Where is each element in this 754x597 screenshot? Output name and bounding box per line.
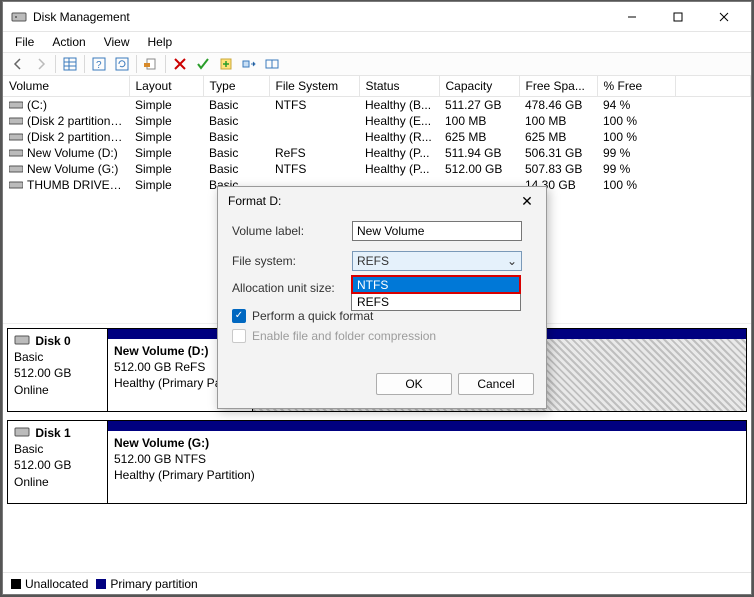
- filesystem-label: File system:: [232, 254, 352, 268]
- table-row[interactable]: (C:)SimpleBasicNTFSHealthy (B...511.27 G…: [3, 97, 751, 114]
- disk-row-1[interactable]: Disk 1 Basic 512.00 GB Online New Volume…: [7, 420, 747, 504]
- titlebar: Disk Management: [3, 2, 751, 32]
- quick-format-label: Perform a quick format: [252, 309, 373, 323]
- legend-primary: Primary partition: [96, 577, 197, 591]
- drive-icon: [9, 99, 23, 109]
- dialog-close-button[interactable]: ✕: [514, 193, 540, 210]
- table-row[interactable]: New Volume (D:)SimpleBasicReFSHealthy (P…: [3, 145, 751, 161]
- drive-icon: [9, 147, 23, 157]
- compression-label: Enable file and folder compression: [252, 329, 436, 343]
- table-row[interactable]: (Disk 2 partition 1)SimpleBasicHealthy (…: [3, 113, 751, 129]
- chevron-down-icon: ⌄: [507, 254, 517, 268]
- legend-primary-label: Primary partition: [110, 577, 197, 591]
- col-capacity[interactable]: Capacity: [439, 76, 519, 97]
- disk-name: Disk 0: [35, 334, 70, 348]
- drive-icon: [9, 131, 23, 141]
- legend-unallocated-label: Unallocated: [25, 577, 88, 591]
- ok-button[interactable]: OK: [376, 373, 452, 395]
- drive-icon: [14, 425, 30, 439]
- filesystem-select[interactable]: REFS ⌄: [352, 251, 522, 271]
- partition-title: New Volume (G:): [114, 435, 740, 451]
- quick-format-checkbox[interactable]: ✓ Perform a quick format: [232, 309, 532, 323]
- dialog-titlebar: Format D: ✕: [218, 187, 546, 215]
- menu-file[interactable]: File: [7, 34, 42, 50]
- back-button[interactable]: [7, 54, 29, 74]
- toolbar: ?: [3, 52, 751, 76]
- forward-button[interactable]: [30, 54, 52, 74]
- disk-size: 512.00 GB: [14, 458, 71, 472]
- col-filesystem[interactable]: File System: [269, 76, 359, 97]
- disk-type: Basic: [14, 350, 43, 364]
- checkbox-icon: ✓: [232, 309, 246, 323]
- filesystem-dropdown: NTFS REFS: [351, 275, 521, 311]
- extend-icon[interactable]: [238, 54, 260, 74]
- svg-text:?: ?: [96, 60, 102, 71]
- disk-side-0: Disk 0 Basic 512.00 GB Online: [8, 329, 108, 411]
- compression-checkbox: Enable file and folder compression: [232, 329, 532, 343]
- disk-icon: [11, 9, 27, 25]
- partition-line1: 512.00 GB ReFS: [114, 360, 205, 374]
- dialog-buttons: OK Cancel: [218, 368, 546, 408]
- detail-view-icon[interactable]: [59, 54, 81, 74]
- volume-label-label: Volume label:: [232, 224, 352, 238]
- help-icon[interactable]: ?: [88, 54, 110, 74]
- menubar: File Action View Help: [3, 32, 751, 52]
- partition-line1: 512.00 GB NTFS: [114, 452, 206, 466]
- partition-box-1[interactable]: New Volume (G:) 512.00 GB NTFS Healthy (…: [108, 431, 746, 503]
- cancel-button[interactable]: Cancel: [458, 373, 534, 395]
- minimize-button[interactable]: [609, 3, 655, 31]
- disk-type: Basic: [14, 442, 43, 456]
- partition-band: [108, 421, 746, 431]
- disk-size: 512.00 GB: [14, 366, 71, 380]
- option-ntfs[interactable]: NTFS: [352, 276, 520, 293]
- col-volume[interactable]: Volume: [3, 76, 129, 97]
- drive-icon: [9, 115, 23, 125]
- col-layout[interactable]: Layout: [129, 76, 203, 97]
- disk-state: Online: [14, 475, 49, 489]
- col-type[interactable]: Type: [203, 76, 269, 97]
- disk-name: Disk 1: [35, 426, 70, 440]
- new-icon[interactable]: [215, 54, 237, 74]
- disk-body-1: New Volume (G:) 512.00 GB NTFS Healthy (…: [108, 431, 746, 503]
- close-button[interactable]: [701, 3, 747, 31]
- disk-state: Online: [14, 383, 49, 397]
- partition-line2: Healthy (Primary Partition): [114, 468, 255, 482]
- menu-view[interactable]: View: [96, 34, 138, 50]
- option-refs[interactable]: REFS: [352, 293, 520, 310]
- drive-icon: [9, 163, 23, 173]
- filesystem-value: REFS: [357, 254, 389, 268]
- col-status[interactable]: Status: [359, 76, 439, 97]
- col-pctfree[interactable]: % Free: [597, 76, 675, 97]
- checkbox-icon: [232, 329, 246, 343]
- menu-action[interactable]: Action: [44, 34, 93, 50]
- table-header-row: Volume Layout Type File System Status Ca…: [3, 76, 751, 97]
- legend: Unallocated Primary partition: [3, 572, 751, 594]
- disk-side-1: Disk 1 Basic 512.00 GB Online: [8, 421, 108, 503]
- volume-label-input[interactable]: [352, 221, 522, 241]
- menu-help[interactable]: Help: [140, 34, 181, 50]
- dialog-title: Format D:: [228, 194, 514, 208]
- window-title: Disk Management: [33, 10, 609, 24]
- col-extra[interactable]: [675, 76, 751, 97]
- table-row[interactable]: (Disk 2 partition 4)SimpleBasicHealthy (…: [3, 129, 751, 145]
- delete-icon[interactable]: [169, 54, 191, 74]
- maximize-button[interactable]: [655, 3, 701, 31]
- layout-icon[interactable]: [261, 54, 283, 74]
- partition-line2: Healthy (Primary Pa: [114, 376, 221, 390]
- allocation-label: Allocation unit size:: [232, 281, 352, 295]
- drive-icon: [9, 179, 23, 189]
- legend-unallocated: Unallocated: [11, 577, 88, 591]
- properties-icon[interactable]: [140, 54, 162, 74]
- refresh-icon[interactable]: [111, 54, 133, 74]
- table-row[interactable]: New Volume (G:)SimpleBasicNTFSHealthy (P…: [3, 161, 751, 177]
- drive-icon: [14, 333, 30, 347]
- check-icon[interactable]: [192, 54, 214, 74]
- disk-main-1: New Volume (G:) 512.00 GB NTFS Healthy (…: [108, 421, 746, 503]
- col-freespace[interactable]: Free Spa...: [519, 76, 597, 97]
